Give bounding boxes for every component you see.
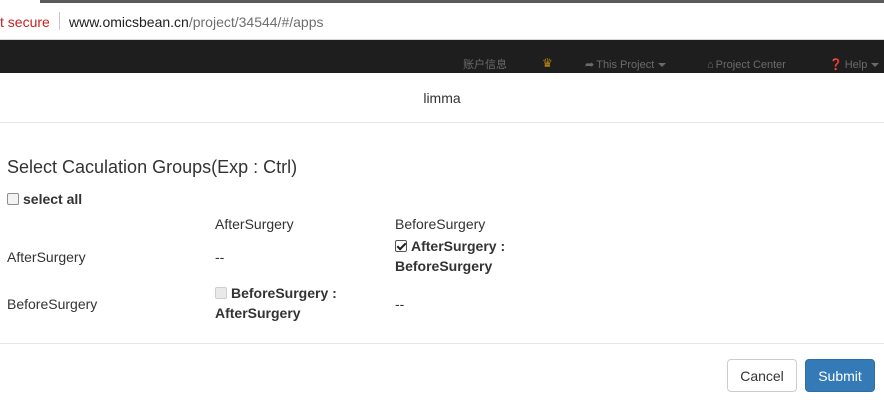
- cell-empty: --: [215, 249, 225, 265]
- chevron-down-icon: [658, 63, 667, 68]
- security-status-label[interactable]: t secure: [0, 14, 50, 30]
- section-title: Select Caculation Groups(Exp : Ctrl): [7, 157, 298, 177]
- share-arrow-icon: ➦: [585, 59, 595, 71]
- question-circle-icon: ❓: [829, 59, 843, 71]
- column-header-beforesurgery: BeforeSurgery: [395, 216, 486, 232]
- row-label-aftersurgery: AfterSurgery: [7, 249, 86, 265]
- select-all-label: select all: [23, 191, 83, 207]
- nav-this-project[interactable]: ➦ This Project: [585, 58, 667, 72]
- checkbox-checked-icon[interactable]: [395, 240, 407, 252]
- checkbox-icon[interactable]: [7, 193, 19, 205]
- browser-tab-strip-edge: [40, 0, 884, 3]
- nav-account-info[interactable]: 账户信息: [463, 58, 507, 72]
- chevron-down-icon: [871, 63, 880, 68]
- cell-empty: --: [395, 296, 405, 312]
- nav-project-center-label: Project Center: [715, 59, 786, 71]
- modal-footer-divider: [0, 343, 884, 344]
- url-path: /project/34544/#/apps: [188, 14, 324, 30]
- home-icon: ⌂: [707, 59, 714, 71]
- nav-this-project-label: This Project: [596, 59, 655, 71]
- row-label-beforesurgery: BeforeSurgery: [7, 296, 98, 312]
- cancel-button[interactable]: Cancel: [727, 359, 797, 392]
- modal-header: limma: [0, 73, 884, 123]
- group-checkbox-beforesurgery-vs-aftersurgery[interactable]: BeforeSurgery : AfterSurgery: [215, 283, 337, 323]
- group-label-line1: AfterSurgery :: [411, 238, 506, 254]
- url-text[interactable]: www.omicsbean.cn/project/34544/#/apps: [69, 14, 323, 30]
- group-label-line1: BeforeSurgery :: [231, 285, 337, 301]
- limma-modal: limma Select Caculation Groups(Exp : Ctr…: [0, 73, 884, 407]
- group-label-line2: BeforeSurgery: [395, 258, 493, 274]
- app-navbar: 账户信息 ♛ ➦ This Project ⌂ Project Center ❓ He…: [0, 40, 884, 73]
- group-checkbox-aftersurgery-vs-beforesurgery[interactable]: AfterSurgery : BeforeSurgery: [395, 236, 505, 276]
- crown-icon[interactable]: ♛: [542, 56, 553, 70]
- nav-project-center[interactable]: ⌂ Project Center: [707, 58, 786, 72]
- select-all-checkbox[interactable]: select all: [7, 191, 82, 207]
- checkbox-disabled-icon[interactable]: [215, 287, 227, 299]
- nav-help[interactable]: ❓ Help: [829, 58, 880, 72]
- submit-button[interactable]: Submit: [805, 359, 875, 392]
- group-label-line2: AfterSurgery: [215, 305, 301, 321]
- url-divider: [59, 12, 60, 30]
- browser-url-bar[interactable]: t secure www.omicsbean.cn/project/34544/…: [0, 0, 884, 40]
- url-host: www.omicsbean.cn: [69, 14, 189, 30]
- column-header-aftersurgery: AfterSurgery: [215, 216, 294, 232]
- modal-title: limma: [423, 90, 461, 106]
- nav-help-label: Help: [844, 59, 868, 71]
